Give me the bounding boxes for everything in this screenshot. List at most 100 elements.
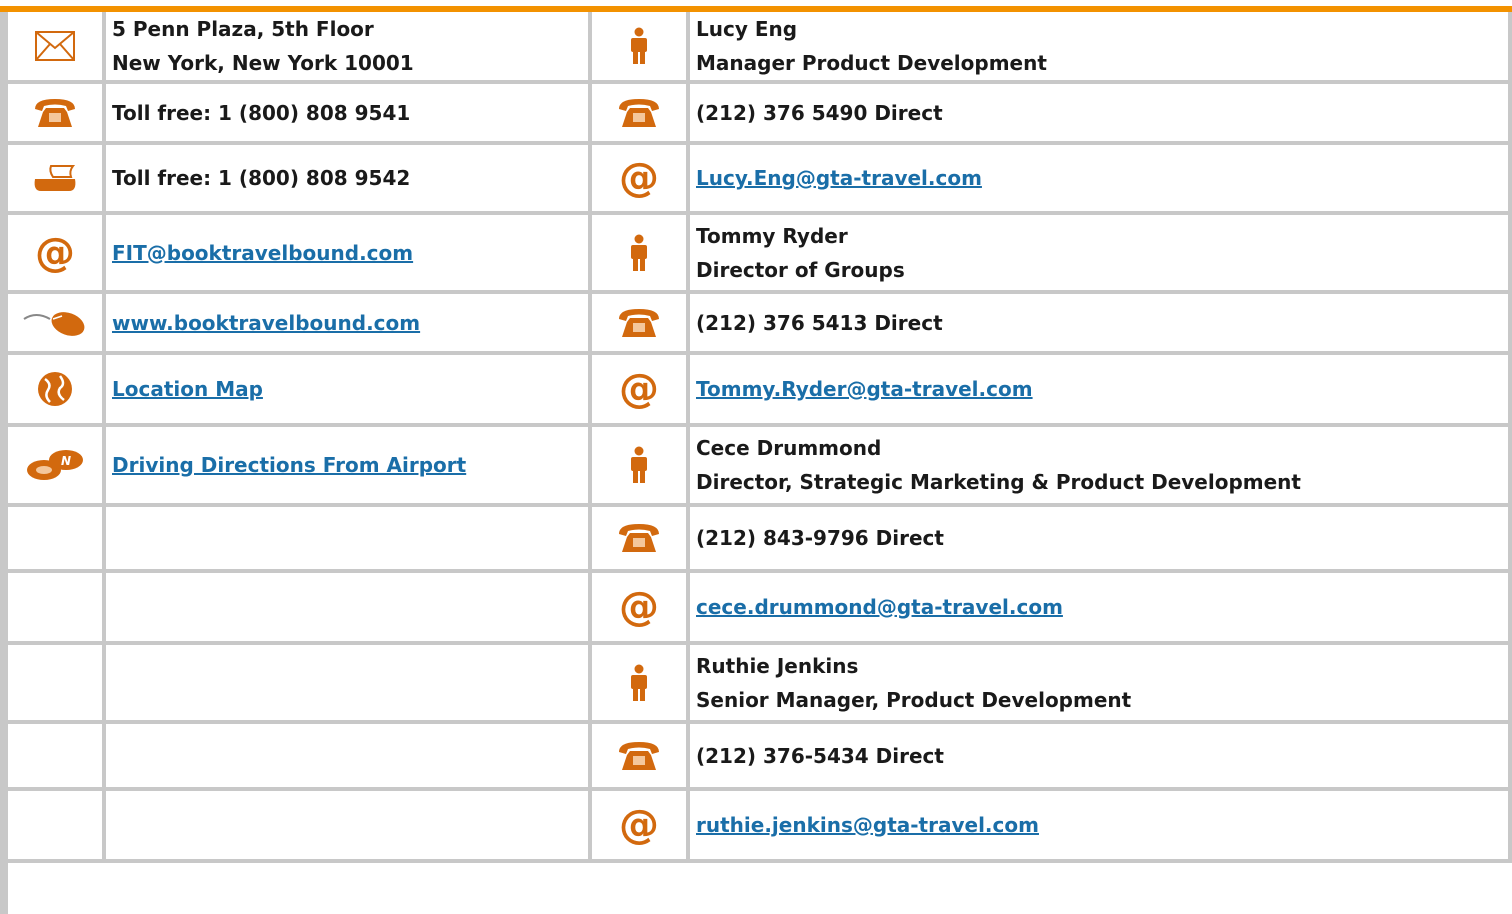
contact-link[interactable]: Lucy.Eng@gta-travel.com bbox=[696, 166, 982, 190]
info-cell: Toll free: 1 (800) 808 9541 bbox=[106, 84, 592, 145]
info-cell bbox=[106, 573, 592, 645]
contact-link[interactable]: Tommy.Ryder@gta-travel.com bbox=[696, 377, 1033, 401]
contact-link[interactable]: ruthie.jenkins@gta-travel.com bbox=[696, 813, 1039, 837]
icon-cell bbox=[592, 724, 690, 791]
info-cell: (212) 376 5413 Direct bbox=[690, 294, 1512, 355]
icon-cell bbox=[8, 645, 106, 724]
icon-cell: @ bbox=[592, 573, 690, 645]
info-cell: Driving Directions From Airport bbox=[106, 427, 592, 507]
info-text: Toll free: 1 (800) 808 9542 bbox=[112, 166, 411, 190]
info-line-secondary: Director of Groups bbox=[696, 257, 905, 282]
info-cell: cece.drummond@gta-travel.com bbox=[690, 573, 1512, 645]
info-text: (212) 376 5490 Direct bbox=[696, 100, 943, 125]
contacts-table: 5 Penn Plaza, 5th Floor New York, New Yor… bbox=[8, 12, 1512, 863]
table-row: Ruthie Jenkins Senior Manager, Product De… bbox=[8, 645, 1512, 724]
info-cell: Location Map bbox=[106, 355, 592, 427]
info-cell: (212) 843-9796 Direct bbox=[690, 507, 1512, 573]
info-cell: Tommy Ryder Director of Groups bbox=[690, 215, 1512, 294]
icon-cell: N bbox=[8, 427, 106, 507]
phone-icon bbox=[592, 739, 686, 773]
icon-cell: @ bbox=[8, 215, 106, 294]
icon-cell bbox=[8, 12, 106, 84]
info-cell bbox=[106, 645, 592, 724]
contact-page: 5 Penn Plaza, 5th Floor New York, New Yor… bbox=[0, 0, 1512, 914]
info-cell: Lucy Eng Manager Product Development bbox=[690, 12, 1512, 84]
person-icon bbox=[592, 234, 686, 272]
table-row: (212) 843-9796 Direct bbox=[8, 507, 1512, 573]
info-cell: ruthie.jenkins@gta-travel.com bbox=[690, 791, 1512, 863]
email-icon: @ bbox=[592, 369, 686, 409]
info-line-secondary: Manager Product Development bbox=[696, 51, 1047, 75]
icon-cell bbox=[8, 355, 106, 427]
fax-icon bbox=[8, 163, 102, 193]
contact-link[interactable]: cece.drummond@gta-travel.com bbox=[696, 595, 1063, 619]
table-row: N Driving Directions From Airport Cece Dru… bbox=[8, 427, 1512, 507]
info-line-primary: Tommy Ryder bbox=[696, 223, 848, 248]
table-row: (212) 376-5434 Direct bbox=[8, 724, 1512, 791]
info-text: Toll free: 1 (800) 808 9541 bbox=[112, 100, 411, 125]
person-icon bbox=[592, 664, 686, 702]
table-row: www.booktravelbound.com (212) 376 5413 Di… bbox=[8, 294, 1512, 355]
person-icon bbox=[592, 27, 686, 65]
phone-icon bbox=[8, 96, 102, 130]
info-text: (212) 843-9796 Direct bbox=[696, 526, 944, 550]
contact-link[interactable]: FIT@booktravelbound.com bbox=[112, 241, 413, 265]
info-cell: (212) 376 5490 Direct bbox=[690, 84, 1512, 145]
info-cell: Lucy.Eng@gta-travel.com bbox=[690, 145, 1512, 215]
info-cell bbox=[106, 724, 592, 791]
info-line-primary: 5 Penn Plaza, 5th Floor bbox=[112, 17, 374, 41]
info-line-primary: Cece Drummond bbox=[696, 436, 882, 460]
info-cell: www.booktravelbound.com bbox=[106, 294, 592, 355]
icon-cell bbox=[592, 12, 690, 84]
mouse-icon bbox=[8, 307, 102, 339]
contact-link[interactable]: Location Map bbox=[112, 377, 263, 401]
svg-text:N: N bbox=[61, 454, 71, 468]
icon-cell bbox=[592, 427, 690, 507]
phone-icon bbox=[592, 96, 686, 130]
icon-cell bbox=[592, 645, 690, 724]
info-text: (212) 376 5413 Direct bbox=[696, 310, 943, 335]
left-frame-border bbox=[0, 12, 8, 914]
info-line-secondary: Director, Strategic Marketing & Product … bbox=[696, 470, 1301, 494]
envelope-icon bbox=[8, 29, 102, 63]
table-row: @ ruthie.jenkins@gta-travel.com bbox=[8, 791, 1512, 863]
info-cell: (212) 376-5434 Direct bbox=[690, 724, 1512, 791]
icon-cell bbox=[8, 145, 106, 215]
info-cell: FIT@booktravelbound.com bbox=[106, 215, 592, 294]
phone-icon bbox=[592, 521, 686, 555]
table-row: Toll free: 1 (800) 808 9542 @ Lucy.Eng@gta… bbox=[8, 145, 1512, 215]
icon-cell bbox=[8, 84, 106, 145]
table-row: Toll free: 1 (800) 808 9541 (212) 376 549… bbox=[8, 84, 1512, 145]
person-icon bbox=[592, 446, 686, 484]
contact-link[interactable]: www.booktravelbound.com bbox=[112, 311, 420, 335]
info-line-secondary: New York, New York 10001 bbox=[112, 51, 414, 75]
svg-text:@: @ bbox=[619, 158, 659, 198]
table-row: @ cece.drummond@gta-travel.com bbox=[8, 573, 1512, 645]
info-cell: 5 Penn Plaza, 5th Floor New York, New Yor… bbox=[106, 12, 592, 84]
table-row: Location Map @ Tommy.Ryder@gta-travel.com bbox=[8, 355, 1512, 427]
info-text: (212) 376-5434 Direct bbox=[696, 743, 944, 768]
svg-text:@: @ bbox=[619, 587, 659, 627]
icon-cell bbox=[8, 294, 106, 355]
icon-cell bbox=[592, 84, 690, 145]
info-cell: Toll free: 1 (800) 808 9542 bbox=[106, 145, 592, 215]
icon-cell bbox=[8, 791, 106, 863]
info-cell bbox=[106, 507, 592, 573]
table-row: @ FIT@booktravelbound.com Tommy Ryder Direc… bbox=[8, 215, 1512, 294]
table-row: 5 Penn Plaza, 5th Floor New York, New Yor… bbox=[8, 12, 1512, 84]
email-icon: @ bbox=[592, 158, 686, 198]
info-line-primary: Ruthie Jenkins bbox=[696, 653, 859, 678]
info-cell: Cece Drummond Director, Strategic Marketi… bbox=[690, 427, 1512, 507]
info-cell: Tommy.Ryder@gta-travel.com bbox=[690, 355, 1512, 427]
contact-link[interactable]: Driving Directions From Airport bbox=[112, 453, 466, 477]
svg-text:@: @ bbox=[619, 369, 659, 409]
info-cell: Ruthie Jenkins Senior Manager, Product De… bbox=[690, 645, 1512, 724]
svg-text:@: @ bbox=[619, 805, 659, 845]
email-icon: @ bbox=[8, 233, 102, 273]
contacts-table-body: 5 Penn Plaza, 5th Floor New York, New Yor… bbox=[8, 12, 1512, 863]
info-cell bbox=[106, 791, 592, 863]
icon-cell bbox=[592, 507, 690, 573]
icon-cell: @ bbox=[592, 791, 690, 863]
icon-cell bbox=[592, 215, 690, 294]
email-icon: @ bbox=[592, 587, 686, 627]
